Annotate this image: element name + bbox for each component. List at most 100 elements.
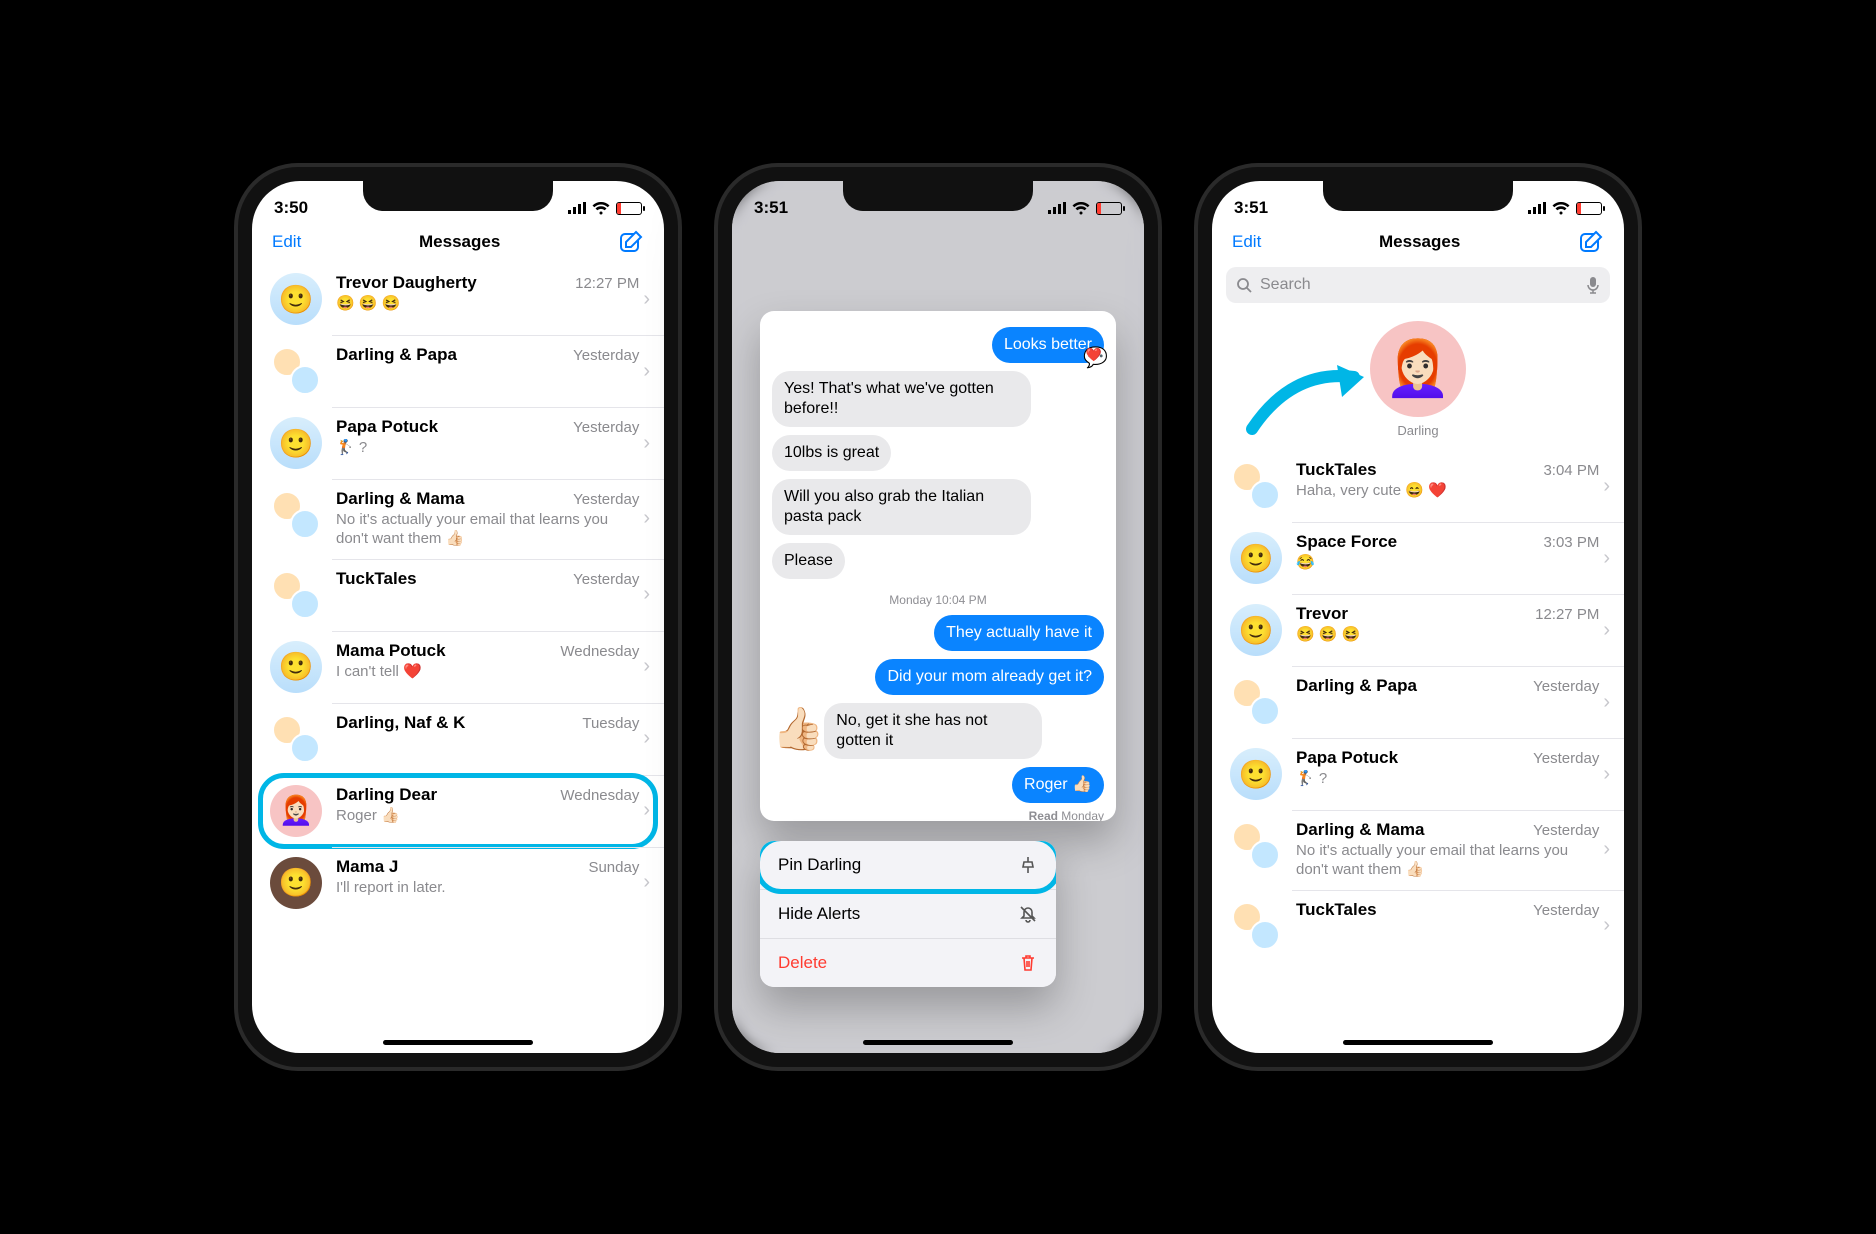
chevron-right-icon: › — [639, 727, 650, 750]
conversation-time: Yesterday — [573, 419, 639, 436]
conversation-row[interactable]: TuckTalesYesterday› — [252, 559, 664, 631]
conversation-row[interactable]: 🙂Papa PotuckYesterday🏌️ ?› — [252, 407, 664, 479]
conversations-list[interactable]: TuckTales3:04 PMHaha, very cute 😄 ❤️›🙂Sp… — [1212, 450, 1624, 962]
mic-icon[interactable] — [1586, 276, 1600, 294]
pinned-avatar-darling[interactable]: 👩🏻‍🦰 — [1370, 321, 1466, 417]
conversation-preview: 😆 😆 😆 — [1296, 626, 1599, 645]
nav-title: Messages — [419, 232, 500, 252]
conversation-time: Yesterday — [1533, 678, 1599, 695]
compose-button[interactable] — [1578, 229, 1604, 255]
conversation-row[interactable]: Darling & PapaYesterday› — [252, 335, 664, 407]
conversation-name: Darling & Papa — [1296, 676, 1417, 696]
conversation-name: Trevor — [1296, 604, 1348, 624]
conversation-preview: Roger 👍🏻 — [336, 807, 639, 826]
compose-button[interactable] — [618, 229, 644, 255]
conversation-name: Darling, Naf & K — [336, 713, 465, 733]
pinned-label: Darling — [1397, 423, 1438, 438]
conversation-name: Mama Potuck — [336, 641, 446, 661]
nav-title: Messages — [1379, 232, 1460, 252]
conversation-row[interactable]: Darling & Mama Yesterday No it's actually … — [1212, 810, 1624, 890]
conversation-name: Papa Potuck — [336, 417, 438, 437]
avatar-memoji: 🙂 — [1230, 532, 1282, 584]
msg-in: Will you also grab the Italian pasta pac… — [772, 479, 1031, 535]
conversation-row[interactable]: Darling & Papa Yesterday› — [1212, 666, 1624, 738]
conversation-name: Mama J — [336, 857, 398, 877]
notch — [843, 181, 1033, 211]
chevron-right-icon: › — [1599, 763, 1610, 786]
nav-bar: Edit Messages — [252, 225, 664, 263]
conversation-row[interactable]: 👩🏻‍🦰Darling DearWednesdayRoger 👍🏻› — [252, 775, 664, 847]
conversation-preview: I'll report in later. — [336, 879, 639, 898]
conversation-time: Sunday — [588, 859, 639, 876]
battery-icon — [1096, 202, 1122, 215]
conversation-time: Wednesday — [560, 643, 639, 660]
chevron-right-icon: › — [1599, 838, 1610, 861]
annotation-arrow-icon — [1242, 359, 1372, 439]
conversation-name: Space Force — [1296, 532, 1397, 552]
conversation-row[interactable]: TuckTales3:04 PMHaha, very cute 😄 ❤️› — [1212, 450, 1624, 522]
conversation-time: 3:03 PM — [1543, 534, 1599, 551]
conversation-name: Darling & Mama — [336, 489, 464, 509]
screen-context-menu: 3:51 Looks better 💬 ❤️ Yes! That's what … — [732, 181, 1144, 1053]
conversation-row[interactable]: 🙂Space Force3:03 PM😂› — [1212, 522, 1624, 594]
phone-left: 3:50 Edit Messages 🙂Trevor Daugherty12:2… — [238, 167, 678, 1067]
conversation-row[interactable]: 🙂Papa PotuckYesterday🏌️ ?› — [1212, 738, 1624, 810]
signal-icon — [1528, 202, 1546, 214]
conversation-name: TuckTales — [336, 569, 417, 589]
thumbs-reaction: 👍🏻 — [772, 699, 824, 760]
home-indicator[interactable] — [1343, 1040, 1493, 1045]
read-receipt: Read Monday — [772, 807, 1104, 821]
wifi-icon — [1072, 202, 1090, 215]
timestamp: Monday 10:04 PM — [772, 583, 1104, 611]
phone-right: 3:51 Edit Messages Search 👩🏻‍🦰 Darli — [1198, 167, 1638, 1067]
conversation-time: Wednesday — [560, 787, 639, 804]
conversation-name: TuckTales — [1296, 460, 1377, 480]
conversation-preview-card[interactable]: Looks better 💬 ❤️ Yes! That's what we've… — [760, 311, 1116, 821]
conversation-name: Darling & Mama — [1296, 820, 1424, 840]
conversation-preview: 🏌️ ? — [1296, 770, 1599, 789]
menu-delete[interactable]: Delete — [760, 938, 1056, 987]
phone-middle: 3:51 Looks better 💬 ❤️ Yes! That's what … — [718, 167, 1158, 1067]
edit-button[interactable]: Edit — [1232, 232, 1261, 252]
battery-icon — [616, 202, 642, 215]
edit-button[interactable]: Edit — [272, 232, 301, 252]
menu-hide-alerts[interactable]: Hide Alerts — [760, 889, 1056, 938]
home-indicator[interactable] — [863, 1040, 1013, 1045]
home-indicator[interactable] — [383, 1040, 533, 1045]
conversations-list[interactable]: 🙂Trevor Daugherty12:27 PM😆 😆 😆›Darling &… — [252, 263, 664, 919]
chevron-right-icon: › — [1599, 619, 1610, 642]
conversation-time: Yesterday — [573, 347, 639, 364]
conversation-time: Yesterday — [1533, 822, 1599, 839]
chevron-right-icon: › — [1599, 914, 1610, 937]
battery-icon — [1576, 202, 1602, 215]
menu-pin-label: Pin Darling — [778, 855, 861, 875]
notch — [1323, 181, 1513, 211]
search-placeholder: Search — [1260, 276, 1311, 294]
avatar-memoji: 🙂 — [1230, 604, 1282, 656]
tapback-heart: ❤️ — [1086, 347, 1102, 363]
conversation-row[interactable]: Darling, Naf & K Tuesday› — [252, 703, 664, 775]
conversation-name: Papa Potuck — [1296, 748, 1398, 768]
conversation-row[interactable]: TuckTalesYesterday› — [1212, 890, 1624, 962]
chevron-right-icon: › — [639, 871, 650, 894]
conversation-time: 3:04 PM — [1543, 462, 1599, 479]
conversation-row[interactable]: Darling & MamaYesterdayNo it's actually … — [252, 479, 664, 559]
conversation-row[interactable]: 🙂Trevor Daugherty12:27 PM😆 😆 😆› — [252, 263, 664, 335]
msg-out: They actually have it — [934, 615, 1104, 651]
avatar-group — [1230, 820, 1282, 872]
conversation-time: Yesterday — [1533, 750, 1599, 767]
chevron-right-icon: › — [1599, 475, 1610, 498]
avatar-group — [270, 489, 322, 541]
conversation-preview: 🏌️ ? — [336, 439, 639, 458]
notch — [363, 181, 553, 211]
conversation-row[interactable]: 🙂Mama JSundayI'll report in later.› — [252, 847, 664, 919]
conversation-row[interactable]: 🙂Trevor12:27 PM😆 😆 😆› — [1212, 594, 1624, 666]
conversation-time: Tuesday — [582, 715, 639, 732]
conversation-name: Trevor Daugherty — [336, 273, 477, 293]
conversation-row[interactable]: 🙂Mama PotuckWednesdayI can't tell ❤️› — [252, 631, 664, 703]
chevron-right-icon: › — [1599, 691, 1610, 714]
search-field[interactable]: Search — [1226, 267, 1610, 303]
menu-pin[interactable]: Pin Darling — [760, 841, 1056, 889]
chevron-right-icon: › — [639, 507, 650, 530]
conversation-preview: No it's actually your email that learns … — [1296, 842, 1599, 880]
